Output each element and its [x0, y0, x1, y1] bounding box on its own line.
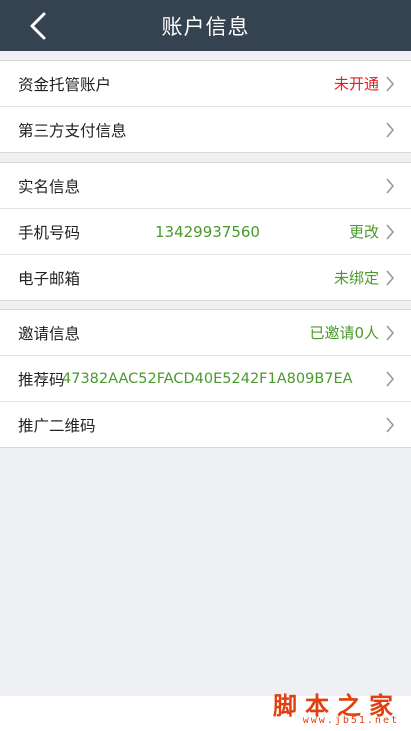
chevron-left-icon [30, 12, 46, 40]
row-real-name[interactable]: 实名信息 [0, 163, 411, 209]
account-info-list: 资金托管账户 未开通 第三方支付信息 实名信息 手机号码 13429937560… [0, 51, 411, 696]
escrow-status: 未开通 [333, 75, 379, 93]
group-invite: 邀请信息 已邀请0人 推荐码 47382AAC52FACD40E5242F1A8… [0, 309, 411, 448]
phone-number: 13429937560 [155, 222, 260, 241]
referral-code: 47382AAC52FACD40E5242F1A809B7EA [62, 370, 353, 387]
back-button[interactable] [26, 11, 50, 41]
row-phone[interactable]: 手机号码 13429937560 更改 [0, 209, 411, 255]
row-escrow-account[interactable]: 资金托管账户 未开通 [0, 61, 411, 107]
row-referral-code[interactable]: 推荐码 47382AAC52FACD40E5242F1A809B7EA [0, 356, 411, 402]
row-label: 推广二维码 [18, 416, 96, 435]
row-label: 手机号码 [18, 223, 81, 242]
row-promo-qrcode[interactable]: 推广二维码 [0, 402, 411, 447]
row-label: 资金托管账户 [18, 75, 112, 94]
row-third-party-payment[interactable]: 第三方支付信息 [0, 107, 411, 152]
page-title: 账户信息 [161, 14, 250, 39]
watermark-url: www.jb51.net [302, 715, 399, 726]
chevron-right-icon [386, 417, 395, 433]
row-label: 推荐码 [18, 370, 65, 389]
row-label: 实名信息 [18, 177, 81, 196]
change-phone-link[interactable]: 更改 [349, 221, 379, 242]
chevron-right-icon [386, 325, 395, 341]
invite-count: 已邀请0人 [309, 324, 379, 342]
app-header: 账户信息 [0, 0, 411, 51]
group-funding: 资金托管账户 未开通 第三方支付信息 [0, 60, 411, 153]
email-status: 未绑定 [333, 269, 379, 287]
chevron-right-icon [386, 122, 395, 138]
chevron-right-icon [386, 270, 395, 286]
chevron-right-icon [386, 76, 395, 92]
row-email[interactable]: 电子邮箱 未绑定 [0, 255, 411, 300]
row-invite-info[interactable]: 邀请信息 已邀请0人 [0, 310, 411, 356]
chevron-right-icon [386, 224, 395, 240]
group-identity: 实名信息 手机号码 13429937560 更改 电子邮箱 未绑定 [0, 162, 411, 301]
chevron-right-icon [386, 178, 395, 194]
row-label: 第三方支付信息 [18, 121, 127, 140]
chevron-right-icon [386, 371, 395, 387]
row-label: 电子邮箱 [18, 269, 81, 288]
row-label: 邀请信息 [18, 324, 81, 343]
